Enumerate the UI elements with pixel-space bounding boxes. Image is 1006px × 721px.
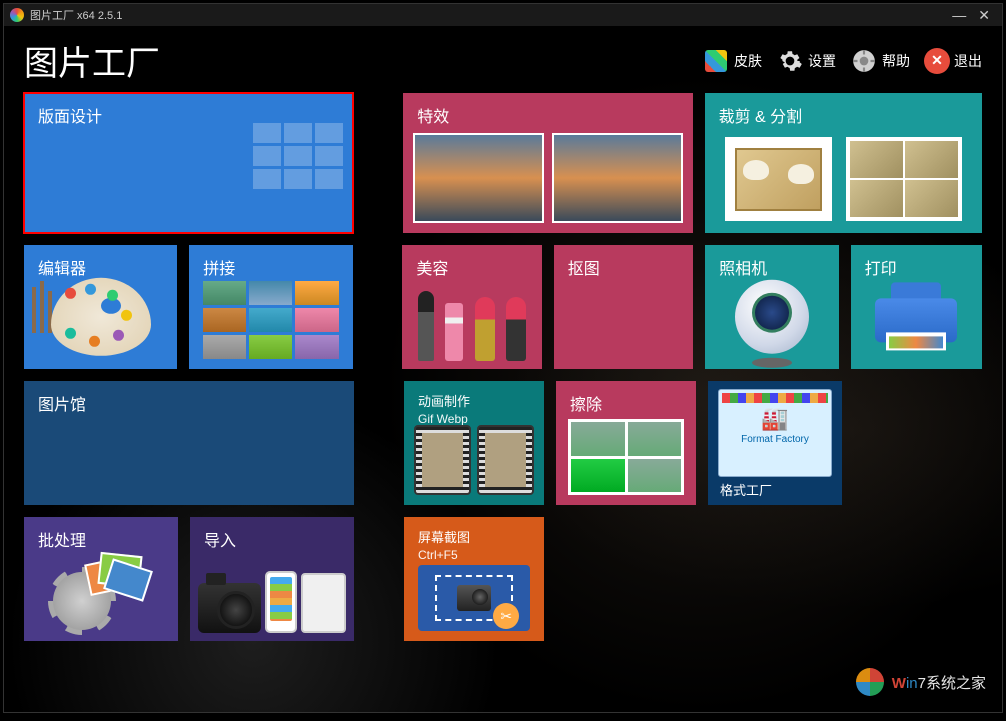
format-factory-inner-text: Format Factory	[722, 434, 828, 445]
tile-layout-design[interactable]: 版面设计	[24, 93, 353, 233]
close-window-button[interactable]: ✕	[972, 7, 996, 24]
format-factory-icon: 🏭 Format Factory	[718, 389, 832, 477]
tile-label: 批处理	[38, 527, 164, 551]
devices-icon	[198, 553, 346, 633]
tile-import[interactable]: 导入	[190, 517, 354, 641]
tile-label: 美容	[416, 255, 527, 279]
tile-label: 照相机	[719, 255, 824, 279]
tile-label: 特效	[417, 103, 678, 127]
skin-icon	[705, 50, 727, 72]
tile-effects[interactable]: 特效	[403, 93, 692, 233]
filmstrip-icon	[414, 425, 534, 495]
tile-label: 抠图	[568, 255, 679, 279]
help-label: 帮助	[882, 51, 910, 71]
tile-batch[interactable]: 批处理	[24, 517, 178, 641]
layout-thumbs-icon	[253, 123, 343, 189]
tile-gallery[interactable]: 图片馆	[24, 381, 354, 505]
header: 图片工厂 皮肤 设置 帮助 ✕ 退出	[4, 26, 1002, 93]
tile-screenshot[interactable]: 屏幕截图 Ctrl+F5 ✂	[404, 517, 544, 641]
watermark: Win7系统之家	[852, 664, 986, 700]
help-button[interactable]: 帮助	[850, 47, 910, 75]
watermark-text-c: 7系统之家	[918, 675, 986, 692]
titlebar-text: 图片工厂 x64 2.5.1	[30, 7, 946, 23]
crop-preview-icon	[725, 137, 962, 221]
tile-sublabel: Gif Webp	[418, 412, 530, 426]
tile-label: 打印	[865, 255, 968, 279]
tile-label: 擦除	[570, 391, 682, 415]
watermark-logo-icon	[852, 664, 888, 700]
settings-label: 设置	[808, 51, 836, 71]
watermark-text-b: in	[906, 675, 918, 692]
watermark-text: Win7系统之家	[892, 672, 986, 693]
tile-label: 图片馆	[38, 391, 340, 415]
exit-label: 退出	[954, 51, 982, 71]
tile-beauty[interactable]: 美容	[402, 245, 541, 369]
screenshot-icon: ✂	[418, 565, 530, 631]
tile-format-factory[interactable]: 🏭 Format Factory 格式工厂	[708, 381, 842, 505]
tiles-grid: 版面设计 特效 裁剪 & 分割	[4, 93, 1002, 641]
printer-icon	[875, 283, 957, 351]
webcam-icon	[735, 280, 809, 354]
tile-label: 编辑器	[38, 255, 163, 279]
mosaic-icon	[203, 281, 338, 359]
palette-icon	[51, 278, 151, 356]
close-icon: ✕	[924, 48, 950, 74]
tile-crop-split[interactable]: 裁剪 & 分割	[705, 93, 982, 233]
gear-icon	[776, 47, 804, 75]
tile-cutout[interactable]: 抠图	[554, 245, 693, 369]
watermark-text-a: W	[892, 675, 906, 692]
tile-print[interactable]: 打印	[851, 245, 982, 369]
help-icon	[850, 47, 878, 75]
app-title: 图片工厂	[24, 36, 688, 85]
effects-preview-icon	[413, 133, 682, 223]
titlebar: 图片工厂 x64 2.5.1 — ✕	[4, 4, 1002, 26]
makeup-icon	[412, 281, 531, 361]
tile-label: 版面设计	[38, 103, 339, 127]
tile-editor[interactable]: 编辑器	[24, 245, 177, 369]
skin-button[interactable]: 皮肤	[702, 47, 762, 75]
batch-icon	[53, 550, 149, 630]
tile-erase[interactable]: 擦除	[556, 381, 696, 505]
skin-label: 皮肤	[734, 51, 762, 71]
erase-preview-icon	[568, 419, 684, 495]
tile-label: 动画制作	[418, 391, 530, 410]
tile-label: 屏幕截图	[418, 527, 530, 546]
tile-collage[interactable]: 拼接	[189, 245, 352, 369]
exit-button[interactable]: ✕ 退出	[924, 48, 982, 74]
settings-button[interactable]: 设置	[776, 47, 836, 75]
tile-sublabel: Ctrl+F5	[418, 548, 530, 562]
minimize-button[interactable]: —	[946, 7, 972, 23]
tile-label: 导入	[204, 527, 340, 551]
tile-label: 拼接	[203, 255, 338, 279]
app-icon	[10, 8, 24, 22]
tile-animation[interactable]: 动画制作 Gif Webp	[404, 381, 544, 505]
tile-label: 裁剪 & 分割	[719, 103, 968, 127]
tile-camera[interactable]: 照相机	[705, 245, 838, 369]
tile-label: 格式工厂	[720, 480, 772, 499]
